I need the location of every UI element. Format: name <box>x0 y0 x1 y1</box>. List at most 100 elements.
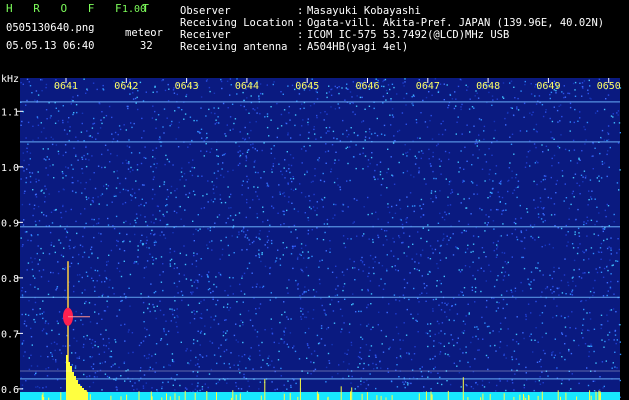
noise-speck <box>451 189 453 191</box>
noise-speck <box>422 203 425 205</box>
noise-speck <box>242 91 244 94</box>
noise-speck <box>373 272 375 275</box>
noise-speck <box>405 104 407 106</box>
noise-speck <box>429 245 432 247</box>
noise-speck <box>279 264 282 266</box>
noise-speck <box>360 336 362 338</box>
noise-speck <box>441 322 444 324</box>
noise-speck <box>256 149 258 152</box>
noise-speck <box>567 92 569 94</box>
noise-speck <box>455 133 457 135</box>
noise-speck <box>145 382 147 384</box>
noise-speck <box>196 340 199 342</box>
noise-speck <box>294 245 296 247</box>
noise-speck <box>209 151 211 153</box>
noise-speck <box>33 208 35 210</box>
noise-speck <box>543 175 546 177</box>
noise-speck <box>242 153 244 155</box>
noise-speck <box>50 115 52 117</box>
noise-speck <box>411 258 413 260</box>
noise-speck <box>143 267 146 269</box>
power-bar <box>462 377 464 400</box>
noise-speck <box>341 271 344 273</box>
noise-speck <box>220 202 223 204</box>
noise-speck <box>308 131 310 134</box>
noise-speck <box>547 196 549 199</box>
noise-speck <box>402 82 404 84</box>
noise-speck <box>263 171 265 173</box>
noise-speck <box>418 167 420 169</box>
noise-speck <box>405 152 407 154</box>
noise-speck <box>156 91 158 93</box>
noise-speck <box>432 310 434 312</box>
noise-speck <box>266 363 268 365</box>
noise-speck <box>193 254 195 257</box>
noise-speck <box>31 92 33 94</box>
noise-speck <box>474 326 476 328</box>
noise-speck <box>213 107 215 109</box>
noise-speck <box>489 270 492 273</box>
noise-speck <box>141 234 143 236</box>
noise-speck <box>459 360 461 362</box>
noise-speck <box>240 319 242 322</box>
noise-speck <box>255 236 258 238</box>
noise-speck <box>459 78 462 81</box>
noise-speck <box>84 302 86 305</box>
noise-speck <box>527 303 530 305</box>
noise-speck <box>488 173 490 175</box>
noise-speck <box>353 198 356 200</box>
noise-speck <box>232 169 234 171</box>
noise-speck <box>368 137 371 139</box>
noise-speck <box>243 272 246 275</box>
noise-speck <box>57 261 59 263</box>
noise-speck <box>506 263 508 265</box>
noise-speck <box>50 352 52 354</box>
noise-speck <box>37 94 40 96</box>
noise-speck <box>177 331 179 334</box>
noise-speck <box>367 165 369 168</box>
noise-speck <box>469 366 471 368</box>
noise-speck <box>596 206 598 208</box>
noise-speck <box>238 231 240 233</box>
noise-speck <box>52 164 54 166</box>
noise-speck <box>311 255 313 258</box>
noise-speck <box>428 148 430 151</box>
noise-speck <box>56 343 58 345</box>
noise-speck <box>47 148 49 150</box>
noise-speck <box>533 143 536 145</box>
noise-speck <box>330 88 332 91</box>
noise-speck <box>170 123 173 125</box>
noise-speck <box>534 86 536 88</box>
noise-speck <box>85 300 87 303</box>
noise-speck <box>574 81 577 84</box>
noise-speck <box>118 366 120 369</box>
power-bar <box>376 395 378 400</box>
noise-speck <box>396 364 398 366</box>
noise-speck <box>84 188 86 190</box>
noise-speck <box>491 188 494 190</box>
noise-speck <box>138 205 140 207</box>
noise-speck <box>386 311 388 314</box>
noise-speck <box>382 178 384 180</box>
noise-speck <box>619 341 621 343</box>
noise-speck <box>71 190 74 192</box>
noise-speck <box>225 339 227 341</box>
noise-speck <box>561 356 563 358</box>
noise-speck <box>572 139 575 142</box>
noise-speck <box>386 187 388 189</box>
noise-speck <box>530 312 532 314</box>
noise-speck <box>550 197 552 200</box>
noise-speck <box>514 97 516 99</box>
noise-speck <box>205 150 208 153</box>
power-bar <box>289 393 291 400</box>
noise-speck <box>102 89 105 91</box>
noise-speck <box>41 79 43 81</box>
noise-speck <box>295 229 297 231</box>
noise-speck <box>296 237 298 239</box>
noise-speck <box>390 156 392 158</box>
noise-speck <box>134 197 137 199</box>
noise-speck <box>361 256 363 259</box>
noise-speck <box>246 175 248 178</box>
noise-speck <box>122 162 124 164</box>
noise-speck <box>495 208 498 211</box>
